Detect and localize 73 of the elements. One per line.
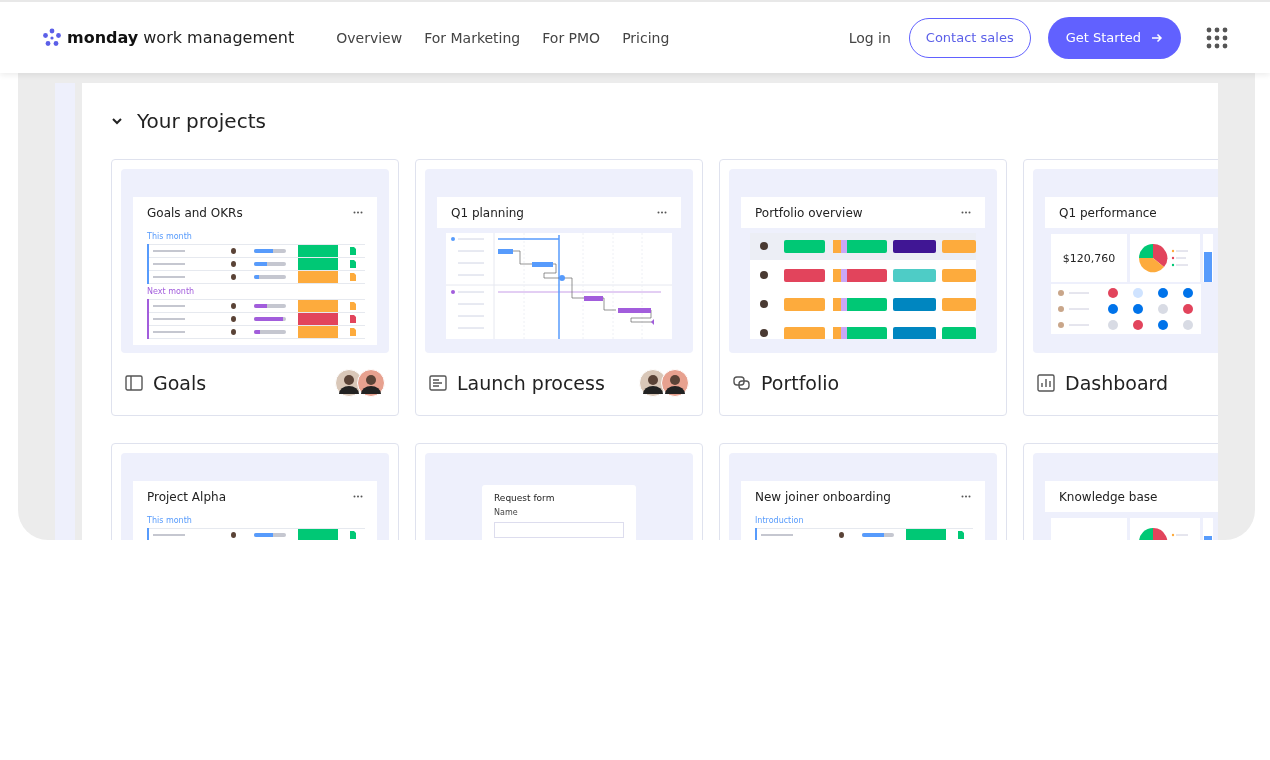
nav-link[interactable]: Overview [336, 29, 403, 46]
chevron-icon[interactable] [111, 115, 123, 127]
nav-link[interactable]: Pricing [622, 29, 670, 46]
group-timeline [497, 238, 560, 240]
board-title: Goals and OKRs [147, 205, 243, 220]
project-name: Launch process [457, 372, 605, 394]
brand-name[interactable]: monday [67, 28, 139, 47]
more-icon [961, 211, 971, 214]
avatar [231, 274, 236, 280]
group-label: This month [147, 232, 193, 241]
section-title: Your projects [137, 109, 266, 133]
more-icon [353, 211, 363, 214]
project-card[interactable]: Project Alpha This month [111, 443, 399, 540]
product-name[interactable]: work management [143, 28, 295, 47]
milestone-marker [651, 319, 654, 325]
milestone-marker [559, 275, 565, 281]
avatar [231, 329, 236, 335]
project-name: Dashboard [1065, 372, 1169, 394]
board-title: Project Alpha [147, 489, 226, 504]
logo-icon [42, 27, 62, 48]
avatar [231, 261, 236, 267]
more-icon [961, 495, 971, 498]
apps-menu-icon[interactable] [1206, 26, 1228, 49]
group-label: Introduction [755, 516, 805, 525]
gantt-bar [532, 262, 553, 267]
connector-line [512, 250, 533, 265]
revenue-value: $120,760 [1062, 251, 1116, 265]
project-card[interactable]: New joiner onboarding Introduction [719, 443, 1007, 540]
board-title: Portfolio overview [755, 205, 863, 220]
group-label: This month [147, 516, 193, 525]
project-card[interactable]: Q1 planning Launch process [415, 159, 703, 416]
contact-sales-button[interactable]: Contact sales [908, 17, 1031, 58]
arrow-icon [1151, 32, 1163, 43]
avatar [357, 369, 385, 397]
board-title: Q1 planning [451, 205, 524, 220]
project-card[interactable]: Request form Name [415, 443, 703, 540]
gantt-bar [498, 249, 513, 254]
avatar [231, 248, 236, 254]
bar-widget [1203, 234, 1213, 282]
project-card[interactable]: Knowledge base [1023, 443, 1218, 540]
project-card[interactable]: Q1 performance $120,760 Dashboard [1023, 159, 1218, 416]
file-icon [958, 531, 964, 539]
file-icon [350, 531, 356, 539]
avatar [839, 532, 844, 538]
get-started-button[interactable]: Get Started [1047, 16, 1181, 59]
avatar [661, 369, 689, 397]
overlap-icon [733, 374, 751, 392]
login-link[interactable]: Log in [848, 29, 891, 46]
board-title: New joiner onboarding [755, 489, 891, 504]
group-dot [451, 290, 455, 294]
gantt-bar [584, 296, 603, 301]
bar-chart-icon [1037, 374, 1055, 392]
avatar [231, 532, 236, 538]
project-name: Goals [153, 372, 207, 394]
project-name: Portfolio [761, 372, 840, 394]
more-icon [353, 495, 363, 498]
gantt-bar [618, 308, 651, 313]
connector-line [630, 309, 654, 323]
project-card[interactable]: Goals and OKRs This month Next month Goals [111, 159, 399, 416]
sidebar-icon [125, 374, 143, 392]
nav-link[interactable]: For PMO [542, 29, 601, 46]
avatar [231, 303, 236, 309]
document-icon [429, 374, 447, 392]
form-title: Request form [494, 493, 556, 503]
board-title: Q1 performance [1059, 205, 1157, 220]
more-icon [657, 211, 667, 214]
group-label: Next month [147, 287, 196, 296]
nav-link[interactable]: For Marketing [424, 29, 521, 46]
project-card[interactable]: Portfolio overview Portfolio [719, 159, 1007, 416]
board-title: Knowledge base [1059, 489, 1158, 504]
group-dot [451, 237, 455, 241]
avatar [231, 316, 236, 322]
field-label: Name [494, 508, 519, 517]
